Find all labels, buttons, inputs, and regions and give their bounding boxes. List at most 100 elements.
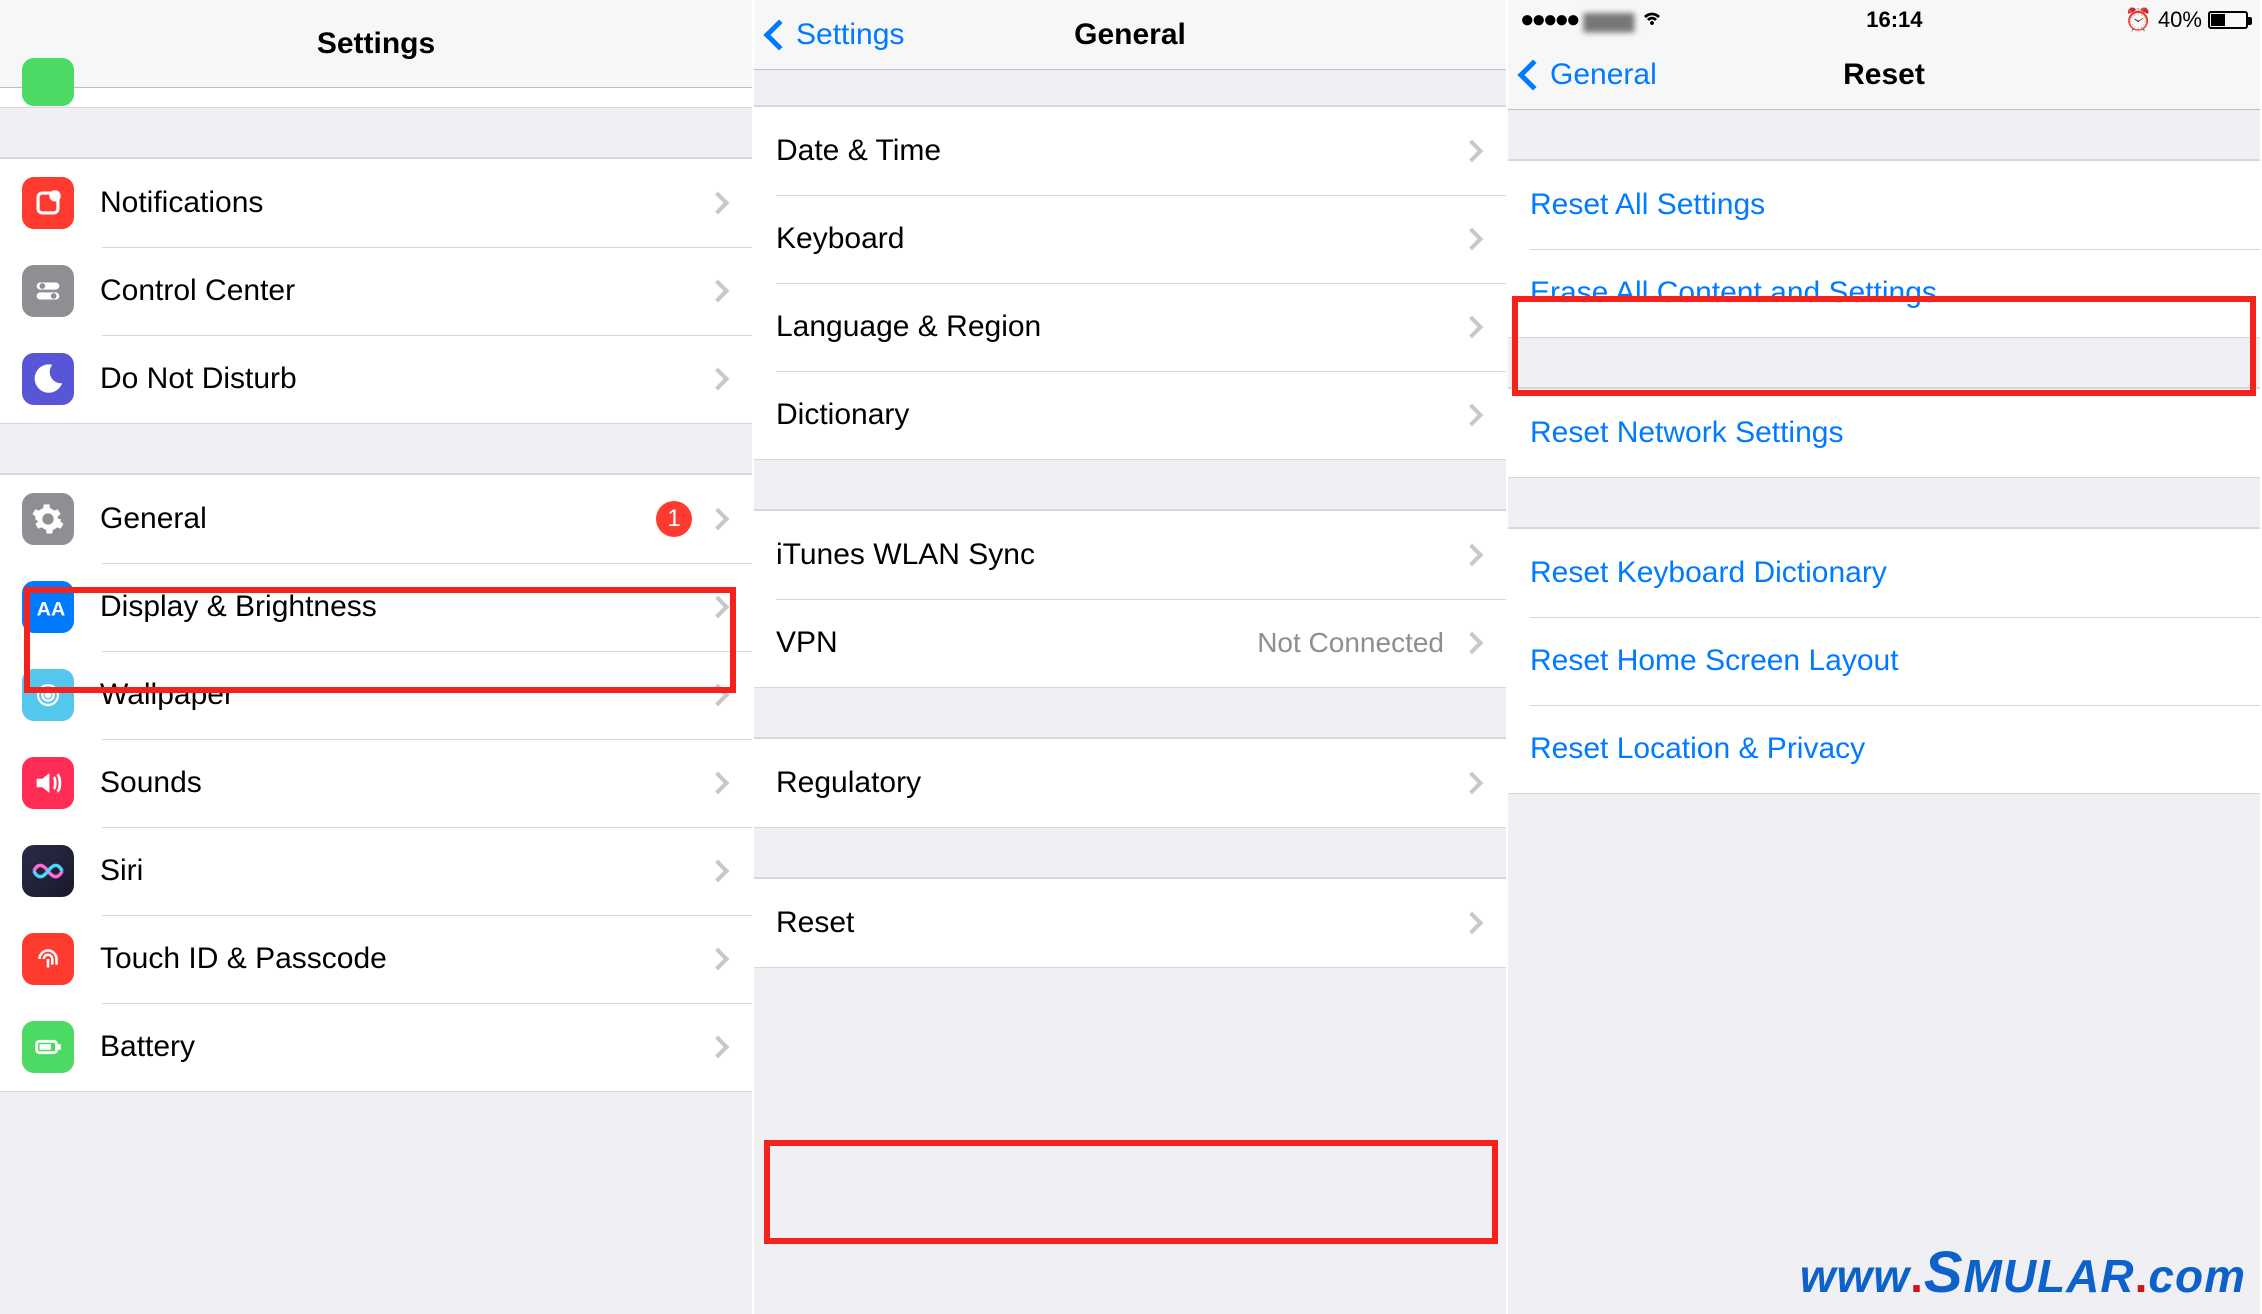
nav-title: Reset [1843, 58, 1925, 92]
control-center-icon [22, 265, 74, 317]
group-spacer [754, 460, 1506, 510]
back-button[interactable]: General [1516, 40, 1657, 109]
row-itunes-wlan[interactable]: iTunes WLAN Sync [754, 511, 1506, 599]
row-erase-all[interactable]: Erase All Content and Settings [1508, 249, 2260, 337]
chevron-right-icon [707, 280, 730, 303]
group-spacer [1508, 110, 2260, 160]
row-reset-keyboard-dict[interactable]: Reset Keyboard Dictionary [1508, 529, 2260, 617]
row-reset-network[interactable]: Reset Network Settings [1508, 389, 2260, 477]
navbar: Settings General [754, 0, 1506, 70]
badge: 1 [656, 501, 692, 537]
group-spacer [1508, 338, 2260, 388]
row-label: Regulatory [776, 766, 1458, 800]
reset-group-2: Reset Network Settings [1508, 388, 2260, 478]
row-vpn[interactable]: VPN Not Connected [754, 599, 1506, 687]
navbar: Settings [0, 0, 752, 88]
row-wallpaper[interactable]: Wallpaper [0, 651, 752, 739]
row-notifications[interactable]: Notifications [0, 159, 752, 247]
chevron-right-icon [707, 772, 730, 795]
sounds-icon [22, 757, 74, 809]
svg-text:AA: AA [37, 599, 65, 621]
row-label: Reset Keyboard Dictionary [1530, 556, 2238, 590]
row-label: Keyboard [776, 222, 1458, 256]
row-label: Wallpaper [100, 678, 704, 712]
chevron-right-icon [1461, 912, 1484, 935]
siri-icon [22, 845, 74, 897]
battery-icon [22, 1021, 74, 1073]
row-touchid[interactable]: Touch ID & Passcode [0, 915, 752, 1003]
group-spacer [0, 108, 752, 158]
row-label: Reset [776, 906, 1458, 940]
row-reset-home-layout[interactable]: Reset Home Screen Layout [1508, 617, 2260, 705]
row-label: General [100, 502, 656, 536]
row-label: Language & Region [776, 310, 1458, 344]
panel-general: Settings General Date & Time Keyboard La… [754, 0, 1508, 1314]
chevron-right-icon [1461, 772, 1484, 795]
carrier-label: ▆▆▆ [1583, 7, 1634, 33]
panel-reset: ●●●●● ▆▆▆ 16:14 ⏰ 40% General Reset Rese… [1508, 0, 2262, 1314]
row-reset-all-settings[interactable]: Reset All Settings [1508, 161, 2260, 249]
signal-icon: ●●●●● [1520, 6, 1577, 34]
chevron-right-icon [1461, 544, 1484, 567]
row-regulatory[interactable]: Regulatory [754, 739, 1506, 827]
row-label: Display & Brightness [100, 590, 704, 624]
watermark: www.SMULAR.com [1800, 1239, 2246, 1306]
chevron-left-icon [763, 19, 794, 50]
row-label: Control Center [100, 274, 704, 308]
row-label: Do Not Disturb [100, 362, 704, 396]
touchid-icon [22, 933, 74, 985]
chevron-right-icon [1461, 228, 1484, 251]
chevron-right-icon [707, 860, 730, 883]
row-label: Date & Time [776, 134, 1458, 168]
partial-row [0, 88, 752, 108]
reset-group-1: Reset All Settings Erase All Content and… [1508, 160, 2260, 338]
back-label: General [1550, 58, 1657, 92]
row-dnd[interactable]: Do Not Disturb [0, 335, 752, 423]
row-detail: Not Connected [1257, 627, 1444, 659]
row-control-center[interactable]: Control Center [0, 247, 752, 335]
settings-group-2: General 1 AA Display & Brightness Wallpa… [0, 474, 752, 1092]
chevron-right-icon [707, 1036, 730, 1059]
row-siri[interactable]: Siri [0, 827, 752, 915]
wallpaper-icon [22, 669, 74, 721]
settings-group-1: Notifications Control Center Do Not Dist… [0, 158, 752, 424]
chevron-right-icon [707, 368, 730, 391]
row-dictionary[interactable]: Dictionary [754, 371, 1506, 459]
group-spacer [1508, 478, 2260, 528]
alarm-icon: ⏰ [2125, 7, 2152, 33]
row-battery[interactable]: Battery [0, 1003, 752, 1091]
chevron-right-icon [1461, 632, 1484, 655]
row-sounds[interactable]: Sounds [0, 739, 752, 827]
group-spacer [754, 828, 1506, 878]
row-language-region[interactable]: Language & Region [754, 283, 1506, 371]
row-date-time[interactable]: Date & Time [754, 107, 1506, 195]
dnd-icon [22, 353, 74, 405]
row-label: Dictionary [776, 398, 1458, 432]
back-button[interactable]: Settings [762, 0, 904, 69]
chevron-right-icon [1461, 316, 1484, 339]
nav-title: General [1074, 18, 1186, 52]
row-display[interactable]: AA Display & Brightness [0, 563, 752, 651]
navbar: General Reset [1508, 40, 2260, 110]
battery-icon [2208, 11, 2248, 29]
row-label: iTunes WLAN Sync [776, 538, 1458, 572]
row-general[interactable]: General 1 [0, 475, 752, 563]
notifications-icon [22, 177, 74, 229]
nav-title: Settings [317, 27, 435, 61]
row-label: Touch ID & Passcode [100, 942, 704, 976]
row-reset[interactable]: Reset [754, 879, 1506, 967]
back-label: Settings [796, 18, 904, 52]
general-group-2: iTunes WLAN Sync VPN Not Connected [754, 510, 1506, 688]
status-bar: ●●●●● ▆▆▆ 16:14 ⏰ 40% [1508, 0, 2260, 40]
highlight-reset [764, 1140, 1498, 1244]
row-keyboard[interactable]: Keyboard [754, 195, 1506, 283]
general-group-4: Reset [754, 878, 1506, 968]
row-reset-location-privacy[interactable]: Reset Location & Privacy [1508, 705, 2260, 793]
gear-icon [22, 493, 74, 545]
row-label: Reset Network Settings [1530, 416, 2238, 450]
row-label: VPN [776, 626, 1257, 660]
chevron-right-icon [707, 948, 730, 971]
reset-group-3: Reset Keyboard Dictionary Reset Home Scr… [1508, 528, 2260, 794]
chevron-right-icon [1461, 140, 1484, 163]
panel-settings: Settings Notifications Control Center Do… [0, 0, 754, 1314]
